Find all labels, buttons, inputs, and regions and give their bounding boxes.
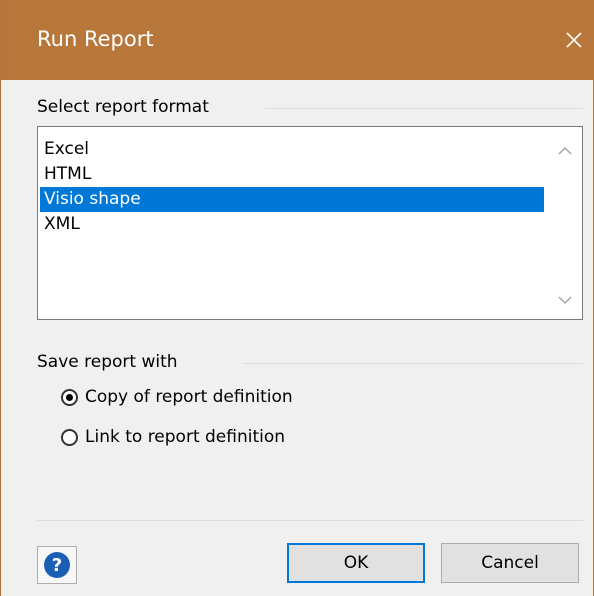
scroll-down-button[interactable] [548,285,582,315]
radio-copy-label: Copy of report definition [85,387,293,407]
radio-link-label: Link to report definition [85,427,286,447]
ok-button[interactable]: OK [287,543,425,583]
title-bar: Run Report [1,0,594,80]
scroll-up-button[interactable] [548,135,582,165]
window-title: Run Report [37,27,154,51]
help-icon: ? [44,552,70,578]
format-group-label: Select report format [37,97,209,117]
footer-divider [37,520,583,521]
close-button[interactable] [557,20,591,60]
save-group-divider [243,363,583,364]
chevron-down-icon [558,295,572,304]
close-icon [566,32,582,48]
report-format-listbox[interactable]: Excel HTML Visio shape XML [37,126,583,320]
radio-link-definition[interactable]: Link to report definition [61,424,285,450]
list-item-excel[interactable]: Excel [40,137,544,162]
listbox-scrollbar[interactable] [548,127,582,319]
save-group-label: Save report with [37,352,178,372]
chevron-up-icon [558,146,572,155]
radio-copy-definition[interactable]: Copy of report definition [61,384,293,410]
list-item-xml[interactable]: XML [40,212,544,237]
run-report-dialog: Run Report Select report format Excel HT… [0,0,594,596]
list-item-html[interactable]: HTML [40,162,544,187]
format-group-divider [265,108,583,109]
list-item-visio-shape[interactable]: Visio shape [40,187,544,212]
cancel-button[interactable]: Cancel [441,543,579,583]
help-button[interactable]: ? [37,546,77,584]
radio-button-unchecked[interactable] [61,428,78,446]
radio-button-checked[interactable] [61,388,78,406]
